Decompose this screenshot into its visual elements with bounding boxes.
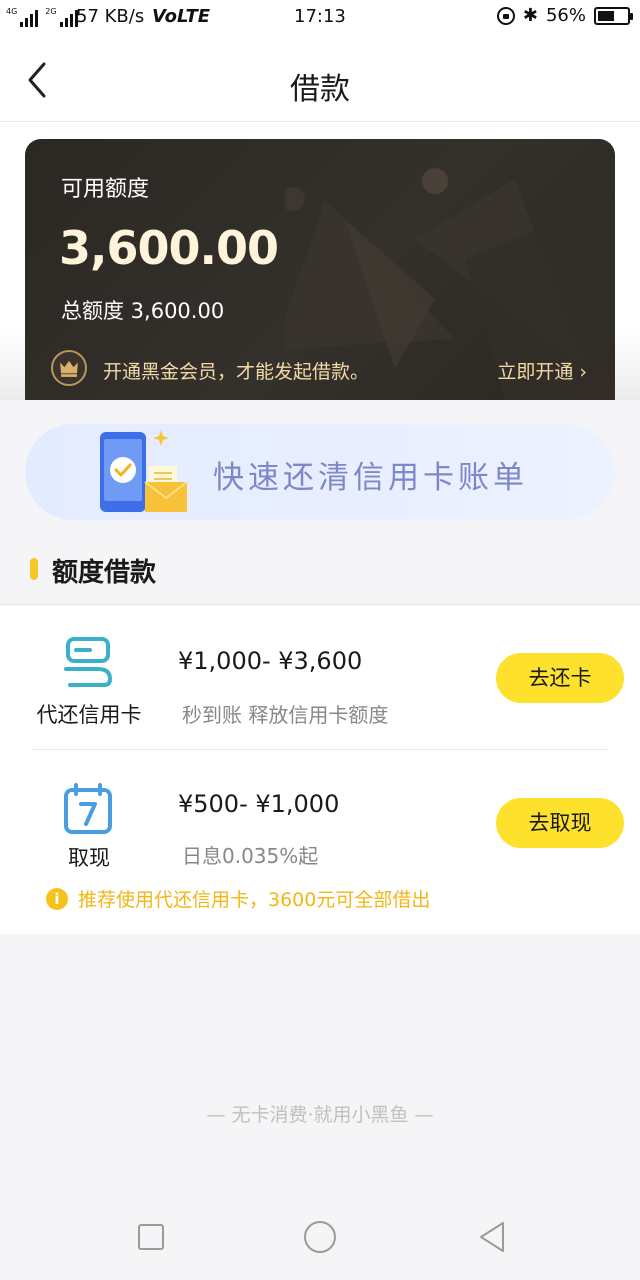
- bluetooth-icon: ✱: [522, 5, 538, 26]
- clock: 17:13: [294, 6, 346, 27]
- tip-text: 推荐使用代还信用卡，3600元可全部借出: [78, 889, 431, 911]
- available-credit-label: 可用额度: [61, 177, 150, 202]
- total-credit-label: 总额度 3,600.00: [61, 299, 225, 323]
- credit-card: 可用额度 3,600.00 总额度 3,600.00 开通黑金会员，才能发起借款…: [25, 139, 615, 400]
- info-icon: i: [46, 888, 68, 910]
- signal-bar-icon: [69, 14, 73, 27]
- repay-card-button[interactable]: 去还卡: [496, 653, 624, 703]
- loan-option-label: 代还信用卡: [36, 703, 142, 727]
- network-speed: 57 KB/s: [76, 6, 145, 27]
- banner-text: 快速还清信用卡账单: [213, 460, 528, 496]
- section-marker: [30, 558, 38, 580]
- home-button[interactable]: [304, 1221, 336, 1253]
- signal-bar-icon: [20, 22, 24, 27]
- recent-apps-button[interactable]: [138, 1224, 164, 1250]
- section-title: 额度借款: [52, 558, 157, 588]
- page-title: 借款: [290, 72, 350, 107]
- repay-credit-card-banner[interactable]: 快速还清信用卡账单: [25, 424, 615, 520]
- battery-percentage: 56%: [545, 5, 586, 26]
- divider: [32, 749, 608, 750]
- signal-bar-icon: [30, 14, 34, 27]
- loan-option-label: 取现: [68, 846, 110, 870]
- chevron-right-icon: ›: [579, 361, 587, 383]
- signal-indicator: 4G 2G: [6, 7, 78, 27]
- system-navigation-bar: [0, 1200, 640, 1280]
- status-icons: ✱ 56%: [496, 5, 633, 26]
- network-2g-label: 2G: [45, 7, 57, 16]
- loan-options-list: 代还信用卡 ¥1,000- ¥3,600 秒到账 释放信用卡额度 去还卡 取现 …: [0, 604, 640, 934]
- available-credit-amount: 3,600.00: [59, 221, 279, 275]
- loan-option-repay-card: 代还信用卡 ¥1,000- ¥3,600 秒到账 释放信用卡额度 去还卡: [0, 613, 640, 753]
- credit-card-area: 可用额度 3,600.00 总额度 3,600.00 开通黑金会员，才能发起借款…: [0, 122, 640, 400]
- repay-card-icon: [64, 637, 113, 687]
- signal-bar-icon: [59, 22, 63, 27]
- signal-bar-icon: [25, 18, 29, 27]
- signal-bar-icon: [64, 18, 68, 27]
- crown-icon: [51, 350, 87, 386]
- loan-option-description: 日息0.035%起: [182, 844, 319, 868]
- back-triangle-icon[interactable]: [478, 1220, 506, 1254]
- section-header: 额度借款: [0, 540, 640, 604]
- signal-bar-icon: [35, 10, 39, 27]
- activate-membership-label: 立即开通: [497, 361, 574, 383]
- calendar-7-icon: [64, 783, 112, 834]
- loan-amount-range: ¥1,000- ¥3,600: [178, 647, 363, 675]
- battery-icon: [594, 6, 633, 25]
- footer-slogan: — 无卡消费·就用小黑鱼 —: [206, 1104, 434, 1126]
- loan-amount-range: ¥500- ¥1,000: [178, 790, 340, 818]
- navigation-bar: 借款: [0, 36, 640, 122]
- member-promo-text: 开通黑金会员，才能发起借款。: [103, 361, 370, 383]
- status-bar: 4G 2G 57 KB/s VoLTE 17:13 ✱ 56%: [0, 0, 640, 36]
- recommendation-tip: i 推荐使用代还信用卡，3600元可全部借出: [46, 885, 430, 912]
- loan-option-cash-withdrawal: 取现 ¥500- ¥1,000 日息0.035%起 去取现: [0, 760, 640, 900]
- rotation-lock-icon: [496, 6, 515, 25]
- activate-membership-link[interactable]: 立即开通 ›: [497, 357, 587, 384]
- withdraw-cash-button[interactable]: 去取现: [496, 798, 624, 848]
- network-4g-label: 4G: [6, 7, 18, 16]
- volte-indicator: VoLTE: [152, 6, 211, 27]
- battery-fill: [598, 10, 614, 21]
- loan-option-description: 秒到账 释放信用卡额度: [182, 703, 389, 727]
